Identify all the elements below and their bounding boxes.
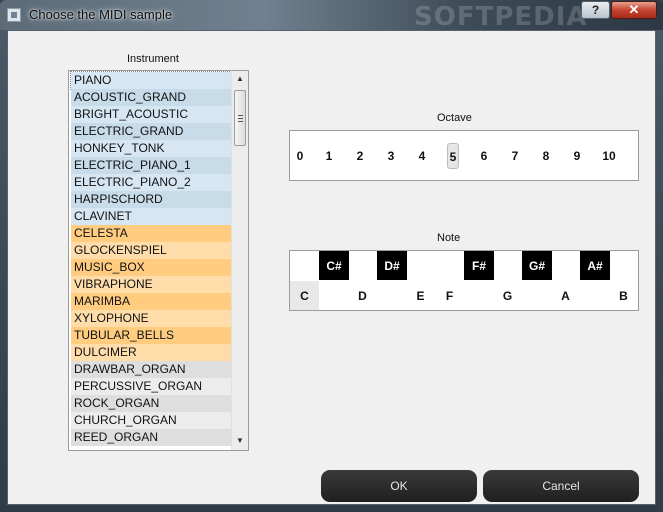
instrument-item[interactable]: ELECTRIC_PIANO_1 [71, 157, 231, 174]
ok-button[interactable]: OK [321, 470, 477, 502]
instrument-item[interactable]: ELECTRIC_GRAND [71, 123, 231, 140]
white-key-e[interactable]: E [406, 281, 435, 310]
black-key-a-sharp[interactable]: A# [580, 251, 610, 280]
white-key-d[interactable]: D [348, 281, 377, 310]
octave-selector: 0 1 2 3 4 5 6 7 8 9 10 [289, 130, 639, 181]
black-key-f-sharp[interactable]: F# [464, 251, 494, 280]
octave-label: Octave [437, 112, 472, 124]
note-keyboard: CDEFGAB C# D# F# G# A# [289, 250, 639, 311]
help-button[interactable]: ? [581, 1, 610, 19]
instrument-list[interactable]: PIANO ACOUSTIC_GRAND BRIGHT_ACOUSTIC ELECTR… [68, 70, 249, 451]
instrument-item[interactable]: PERCUSSIVE_ORGAN [71, 378, 231, 395]
scroll-thumb[interactable] [234, 90, 246, 146]
white-key-f[interactable]: F [435, 281, 464, 310]
app-icon [7, 8, 21, 22]
black-key-d-sharp[interactable]: D# [377, 251, 407, 280]
instrument-label: Instrument [127, 53, 179, 65]
instrument-item[interactable]: MUSIC_BOX [71, 259, 231, 276]
instrument-item[interactable]: HARPISCHORD [71, 191, 231, 208]
cancel-button[interactable]: Cancel [483, 470, 639, 502]
octave-button-4[interactable]: 4 [416, 143, 428, 169]
octave-button-10[interactable]: 10 [599, 143, 619, 169]
instrument-item[interactable]: VIBRAPHONE [71, 276, 231, 293]
instrument-item[interactable]: HONKEY_TONK [71, 140, 231, 157]
instrument-item[interactable]: XYLOPHONE [71, 310, 231, 327]
window-title: Choose the MIDI sample [29, 7, 173, 22]
instrument-item[interactable]: MARIMBA [71, 293, 231, 310]
grip-icon [238, 115, 243, 122]
instrument-item[interactable]: BRIGHT_ACOUSTIC [71, 106, 231, 123]
instrument-item[interactable]: ELECTRIC_PIANO_2 [71, 174, 231, 191]
instrument-item[interactable]: ROCK_ORGAN [71, 395, 231, 412]
title-bar[interactable]: Choose the MIDI sample SOFTPEDIA ? ✕ [0, 0, 663, 32]
scroll-up-icon[interactable]: ▲ [235, 73, 245, 85]
dialog-client-area: Instrument PIANO ACOUSTIC_GRAND BRIGHT_ACO… [7, 30, 656, 505]
instrument-item[interactable]: CLAVINET [71, 208, 231, 225]
instrument-item[interactable]: REED_ORGAN [71, 429, 231, 446]
white-key-a[interactable]: A [551, 281, 580, 310]
scroll-down-icon[interactable]: ▼ [235, 435, 245, 447]
instrument-item[interactable]: CHURCH_ORGAN [71, 412, 231, 429]
octave-button-5[interactable]: 5 [447, 143, 459, 169]
white-key-g[interactable]: G [493, 281, 522, 310]
black-key-g-sharp[interactable]: G# [522, 251, 552, 280]
octave-button-9[interactable]: 9 [571, 143, 583, 169]
instrument-item[interactable]: ACOUSTIC_GRAND [71, 89, 231, 106]
instrument-item[interactable]: DRAWBAR_ORGAN [71, 361, 231, 378]
dialog-window: Choose the MIDI sample SOFTPEDIA ? ✕ Ins… [0, 0, 663, 512]
octave-button-7[interactable]: 7 [509, 143, 521, 169]
white-key-c[interactable]: C [290, 281, 319, 310]
octave-button-0[interactable]: 0 [294, 143, 306, 169]
instrument-item[interactable]: CELESTA [71, 225, 231, 242]
watermark-logo: SOFTPEDIA [414, 2, 588, 32]
instrument-scrollbar[interactable]: ▲ ▼ [231, 71, 248, 450]
instrument-item[interactable]: TUBULAR_BELLS [71, 327, 231, 344]
octave-button-6[interactable]: 6 [478, 143, 490, 169]
octave-button-3[interactable]: 3 [385, 143, 397, 169]
note-label: Note [437, 232, 461, 244]
octave-button-2[interactable]: 2 [354, 143, 366, 169]
instrument-item[interactable]: GLOCKENSPIEL [71, 242, 231, 259]
octave-button-1[interactable]: 1 [323, 143, 335, 169]
instrument-item[interactable]: DULCIMER [71, 344, 231, 361]
black-key-c-sharp[interactable]: C# [319, 251, 349, 280]
instrument-item[interactable]: PIANO [70, 71, 232, 90]
white-key-b[interactable]: B [609, 281, 638, 310]
octave-button-8[interactable]: 8 [540, 143, 552, 169]
close-button[interactable]: ✕ [611, 1, 657, 19]
